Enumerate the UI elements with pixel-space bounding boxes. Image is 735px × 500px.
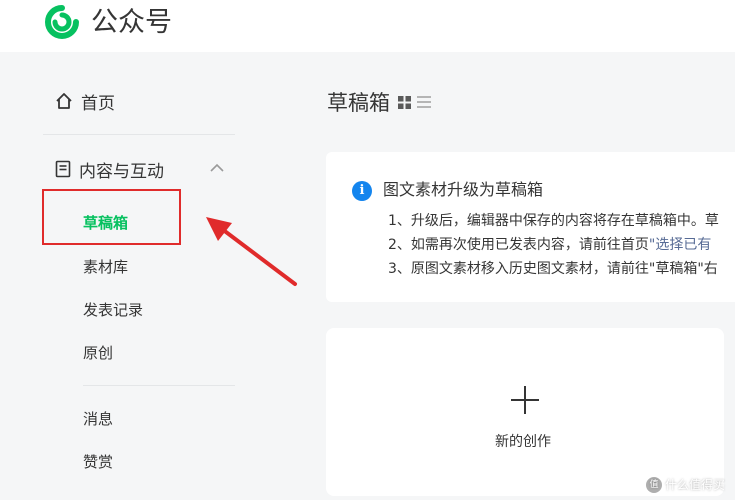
notice-line-text: 3、原图文素材移入历史图文素材，请前往"草稿箱"右 [388, 261, 718, 277]
plus-icon[interactable] [510, 385, 540, 415]
watermark-badge: 值 [646, 477, 662, 493]
sidebar-group-label: 内容与互动 [79, 161, 164, 182]
highlight-box [42, 189, 181, 245]
page-title-text: 草稿箱 [327, 91, 390, 115]
sidebar-item-reward[interactable]: 赞赏 [83, 452, 113, 472]
notice-line: 3、原图文素材移入历史图文素材，请前往"草稿箱"右 [388, 259, 718, 279]
notice-line: 1、升级后，编辑器中保存的内容将存在草稿箱中。草 [388, 211, 719, 231]
list-view-icon[interactable] [417, 96, 431, 108]
watermark-text: 什么值得买 [665, 478, 726, 492]
logo-icon[interactable] [44, 4, 80, 40]
sidebar-item-label: 首页 [81, 93, 115, 114]
new-creation-label[interactable]: 新的创作 [495, 432, 551, 452]
arrow-annotation [206, 217, 297, 286]
sidebar-item-library[interactable]: 素材库 [83, 257, 128, 277]
notice-line-text: 2、如需再次使用已发表内容，请前往首页 [388, 237, 649, 253]
notice-title: 图文素材升级为草稿箱 [383, 180, 544, 199]
watermark: 值 什么值得买 [646, 476, 725, 494]
home-icon [56, 93, 72, 109]
chevron-up-icon[interactable] [209, 163, 225, 173]
info-icon: i [352, 181, 372, 201]
notice-line: 2、如需再次使用已发表内容，请前往首页"选择已有 [388, 235, 711, 255]
notice-line-text: 1、升级后，编辑器中保存的内容将存在草稿箱中。草 [388, 213, 719, 229]
divider [43, 134, 235, 135]
brand-name: 公众号 [91, 7, 172, 38]
sidebar-group-content[interactable]: 内容与互动 [55, 156, 235, 182]
notice-link[interactable]: "选择已有 [649, 237, 711, 253]
sidebar-item-messages[interactable]: 消息 [83, 409, 113, 429]
grid-view-icon[interactable] [398, 95, 411, 109]
sidebar-item-original[interactable]: 原创 [83, 343, 113, 363]
document-icon [55, 160, 71, 178]
page-title: 草稿箱 [327, 88, 431, 116]
sidebar-item-home[interactable]: 首页 [55, 88, 115, 114]
sidebar-item-published[interactable]: 发表记录 [83, 300, 143, 320]
top-bar: 公众号 [0, 0, 735, 52]
divider [83, 385, 235, 386]
